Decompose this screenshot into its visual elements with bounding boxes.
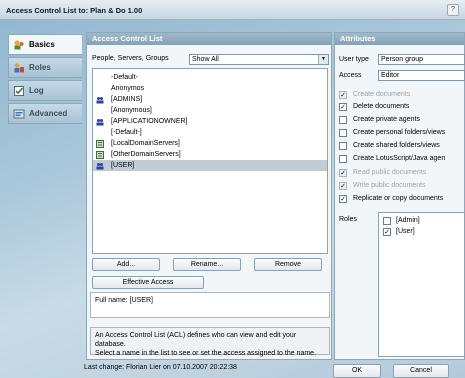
last-change-text: Last change: Florian Lier on 07.10.2007 … bbox=[84, 364, 237, 371]
attributes-panel-title: Attributes bbox=[335, 33, 464, 45]
checkbox-box bbox=[339, 116, 347, 124]
filter-label: People, Servers, Groups bbox=[92, 55, 169, 62]
create-private-agents-checkbox[interactable]: Create private agents bbox=[339, 115, 465, 125]
list-item-label: [USER] bbox=[111, 162, 135, 169]
fullname-box: Full name: [USER] bbox=[90, 292, 330, 318]
create-lotusscript-agents-checkbox[interactable]: Create LotusScript/Java agen bbox=[339, 154, 465, 164]
user-type-value: Person group bbox=[381, 56, 424, 63]
basics-icon bbox=[13, 39, 25, 51]
server-group-icon bbox=[96, 140, 104, 148]
advanced-icon bbox=[13, 108, 25, 120]
role-label: [Admin] bbox=[396, 217, 420, 224]
help-button[interactable]: ? bbox=[447, 4, 459, 16]
list-item-label: Anonymos bbox=[111, 85, 145, 92]
checkbox-label: Read public documents bbox=[353, 169, 427, 176]
checkbox-box bbox=[339, 129, 347, 137]
list-item[interactable]: [Anonymous] bbox=[93, 105, 327, 116]
fullname-text: Full name: [USER] bbox=[95, 297, 153, 304]
role-item-user[interactable]: ✓ [User] bbox=[383, 227, 463, 237]
left-tab-strip: Basics Roles Log Advanced bbox=[8, 34, 82, 126]
user-type-label: User type bbox=[339, 56, 369, 63]
filter-dropdown[interactable]: Show All ▼ bbox=[189, 54, 329, 65]
checkbox-label: Delete documents bbox=[353, 103, 410, 110]
person-group-icon bbox=[96, 118, 104, 126]
tab-basics[interactable]: Basics bbox=[8, 34, 82, 55]
user-type-dropdown[interactable]: Person group bbox=[378, 54, 465, 65]
person-group-icon bbox=[96, 96, 104, 104]
role-item-admin[interactable]: [Admin] bbox=[383, 216, 463, 226]
log-icon bbox=[13, 85, 25, 97]
checkbox-label: Create personal folders/views bbox=[353, 129, 446, 136]
server-group-icon bbox=[96, 151, 104, 159]
effective-access-button[interactable]: Effective Access bbox=[92, 276, 204, 289]
list-item-label: [Anonymous] bbox=[111, 107, 152, 114]
checkbox-box: ✓ bbox=[339, 103, 347, 111]
access-label: Access bbox=[339, 72, 362, 79]
checkbox-box bbox=[339, 142, 347, 150]
create-shared-folders-checkbox[interactable]: Create shared folders/views bbox=[339, 141, 465, 151]
role-label: [User] bbox=[396, 228, 415, 235]
checkbox-box: ✓ bbox=[339, 182, 347, 190]
checkbox-label: Create private agents bbox=[353, 116, 420, 123]
checkbox-box: ✓ bbox=[383, 228, 391, 236]
checkbox-label: Create documents bbox=[353, 91, 411, 98]
list-item[interactable]: -Default- bbox=[93, 72, 327, 83]
checkbox-box: ✓ bbox=[339, 169, 347, 177]
list-item[interactable]: [OtherDomainServers] bbox=[93, 149, 327, 160]
create-documents-checkbox[interactable]: ✓ Create documents bbox=[339, 90, 465, 100]
create-personal-folders-checkbox[interactable]: Create personal folders/views bbox=[339, 128, 465, 138]
checkbox-box: ✓ bbox=[339, 91, 347, 99]
list-item-label: [-Default-] bbox=[111, 129, 142, 136]
cancel-button[interactable]: Cancel bbox=[393, 364, 449, 378]
add-button[interactable]: Add... bbox=[92, 258, 160, 271]
roles-label: Roles bbox=[339, 216, 357, 223]
acl-name-list[interactable]: -Default- Anonymos [ADMINS] [Anonymous] … bbox=[92, 68, 328, 254]
checkbox-label: Create LotusScript/Java agen bbox=[353, 155, 446, 162]
person-group-icon bbox=[96, 162, 104, 170]
list-item-label: -Default- bbox=[111, 74, 138, 81]
window-title: Access Control List to: Plan & Do 1.00 bbox=[6, 6, 143, 15]
access-dropdown[interactable]: Editor bbox=[378, 70, 465, 81]
rename-button[interactable]: Rename... bbox=[173, 258, 241, 271]
checkbox-label: Create shared folders/views bbox=[353, 142, 440, 149]
replicate-documents-checkbox[interactable]: ✓ Replicate or copy documents bbox=[339, 194, 465, 204]
tab-basics-label: Basics bbox=[29, 40, 55, 49]
list-item-selected[interactable]: [USER] bbox=[93, 160, 327, 171]
acl-help-line-1: An Access Control List (ACL) defines who… bbox=[95, 332, 297, 348]
checkbox-label: Write public documents bbox=[353, 182, 426, 189]
checkbox-box: ✓ bbox=[339, 195, 347, 203]
list-item-label: [ADMINS] bbox=[111, 96, 143, 103]
tab-advanced-label: Advanced bbox=[29, 109, 68, 118]
read-public-documents-checkbox[interactable]: ✓ Read public documents bbox=[339, 168, 465, 178]
ok-button[interactable]: OK bbox=[333, 364, 381, 378]
tab-roles-label: Roles bbox=[29, 63, 51, 72]
roles-icon bbox=[13, 62, 25, 74]
checkbox-box bbox=[383, 217, 391, 225]
list-item-label: [OtherDomainServers] bbox=[111, 151, 181, 158]
acl-help-box: An Access Control List (ACL) defines who… bbox=[90, 327, 330, 357]
tab-advanced[interactable]: Advanced bbox=[8, 103, 82, 124]
checkbox-label: Replicate or copy documents bbox=[353, 195, 444, 202]
title-bar: Access Control List to: Plan & Do 1.00 ? bbox=[0, 0, 465, 20]
acl-help-line-2: Select a name in the list to see or set … bbox=[95, 350, 317, 357]
tab-roles[interactable]: Roles bbox=[8, 57, 82, 78]
access-value: Editor bbox=[381, 72, 400, 79]
list-item-label: [LocalDomainServers] bbox=[111, 140, 180, 147]
list-item[interactable]: Anonymos bbox=[93, 83, 327, 94]
remove-button[interactable]: Remove bbox=[254, 258, 322, 271]
roles-list[interactable]: [Admin] ✓ [User] bbox=[378, 212, 465, 357]
tab-log[interactable]: Log bbox=[8, 80, 82, 101]
checkbox-box bbox=[339, 155, 347, 163]
list-item[interactable]: [ADMINS] bbox=[93, 94, 327, 105]
list-item-label: [APPLICATIONOWNER] bbox=[111, 118, 188, 125]
filter-dropdown-value: Show All bbox=[192, 56, 219, 63]
list-item[interactable]: [APPLICATIONOWNER] bbox=[93, 116, 327, 127]
list-item[interactable]: [LocalDomainServers] bbox=[93, 138, 327, 149]
delete-documents-checkbox[interactable]: ✓ Delete documents bbox=[339, 102, 465, 112]
chevron-down-icon: ▼ bbox=[318, 55, 328, 64]
acl-panel-title: Access Control List bbox=[87, 33, 331, 45]
write-public-documents-checkbox[interactable]: ✓ Write public documents bbox=[339, 181, 465, 191]
list-item[interactable]: [-Default-] bbox=[93, 127, 327, 138]
tab-log-label: Log bbox=[29, 86, 44, 95]
